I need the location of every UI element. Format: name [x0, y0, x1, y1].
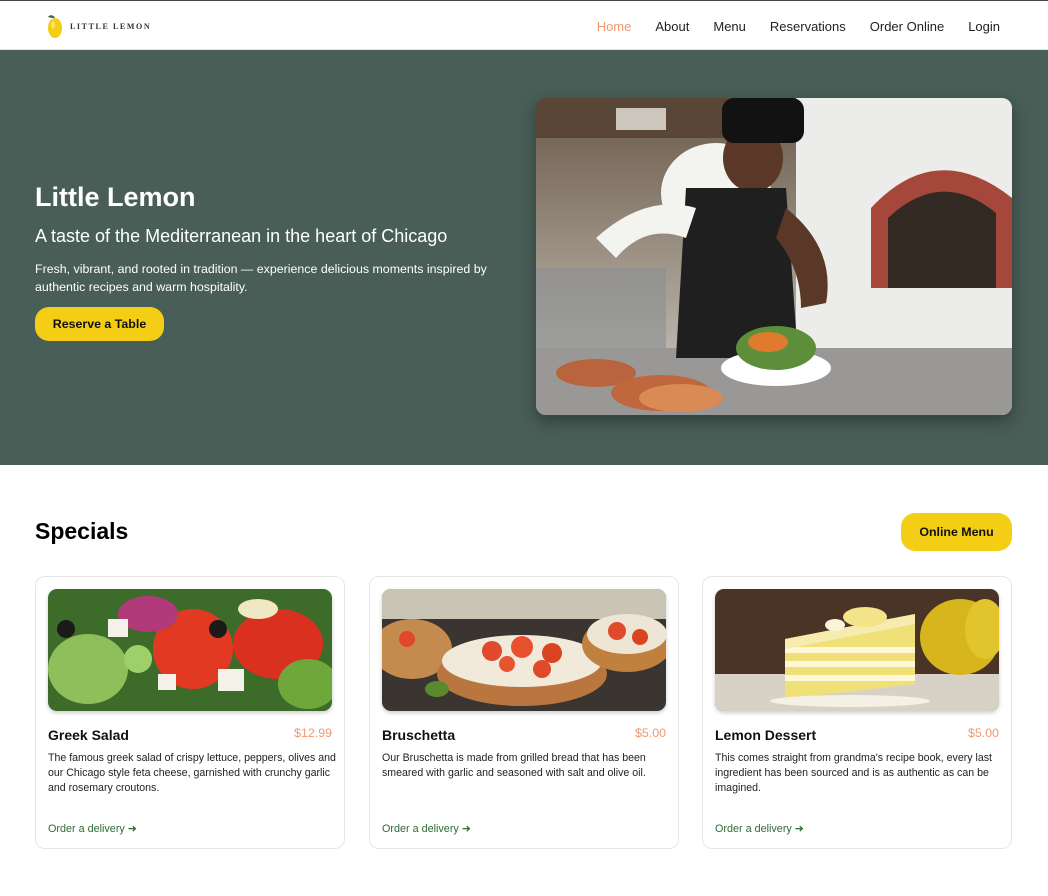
online-menu-button[interactable]: Online Menu: [901, 513, 1012, 551]
order-delivery-link[interactable]: Order a delivery ➜: [48, 822, 137, 835]
special-card-lemon-dessert: Lemon Dessert $5.00 This comes straight …: [702, 576, 1012, 849]
nav-link-reservations[interactable]: Reservations: [770, 19, 846, 34]
order-delivery-link[interactable]: Order a delivery ➜: [715, 822, 804, 835]
lemon-icon: [48, 15, 62, 38]
site-logo[interactable]: Little Lemon: [46, 12, 151, 40]
hero-section: Little Lemon A taste of the Mediterranea…: [0, 50, 1048, 465]
card-title: Lemon Dessert: [715, 727, 817, 743]
hero-title: Little Lemon: [35, 182, 196, 212]
nav-link-login[interactable]: Login: [968, 19, 1000, 34]
card-price: $5.00: [967, 726, 999, 740]
card-description: This comes straight from grandma's recip…: [715, 752, 992, 794]
card-price: $12.99: [294, 726, 332, 740]
card-title: Bruschetta: [382, 727, 456, 743]
card-price: $5.00: [634, 726, 666, 740]
nav-link-order-online[interactable]: Order Online: [870, 19, 944, 34]
hero-description: Fresh, vibrant, and rooted in tradition …: [35, 262, 487, 294]
nav-link-home[interactable]: Home: [597, 19, 632, 34]
card-description: The famous greek salad of crispy lettuce…: [48, 752, 336, 794]
specials-title: Specials: [35, 518, 129, 544]
bruschetta-image: [382, 589, 666, 711]
hero-chef-image: [536, 98, 1012, 415]
greek-salad-image: [48, 589, 332, 711]
top-nav: Little Lemon Home About Menu Reservation…: [0, 0, 1048, 50]
hero-subtitle: A taste of the Mediterranean in the hear…: [35, 226, 448, 246]
logo-text: Little Lemon: [70, 21, 152, 31]
nav-link-menu[interactable]: Menu: [713, 19, 746, 34]
card-title: Greek Salad: [48, 727, 129, 743]
reserve-table-button[interactable]: Reserve a Table: [35, 307, 164, 341]
special-card-greek-salad: Greek Salad $12.99 The famous greek sala…: [35, 576, 345, 849]
nav-links: Home About Menu Reservations Order Onlin…: [573, 1, 1000, 51]
card-description: Our Bruschetta is made from grilled brea…: [382, 752, 646, 779]
order-delivery-link[interactable]: Order a delivery ➜: [382, 822, 471, 835]
special-card-bruschetta: Bruschetta $5.00 Our Bruschetta is made …: [369, 576, 679, 849]
lemon-dessert-image: [715, 589, 999, 711]
nav-link-about[interactable]: About: [655, 19, 689, 34]
